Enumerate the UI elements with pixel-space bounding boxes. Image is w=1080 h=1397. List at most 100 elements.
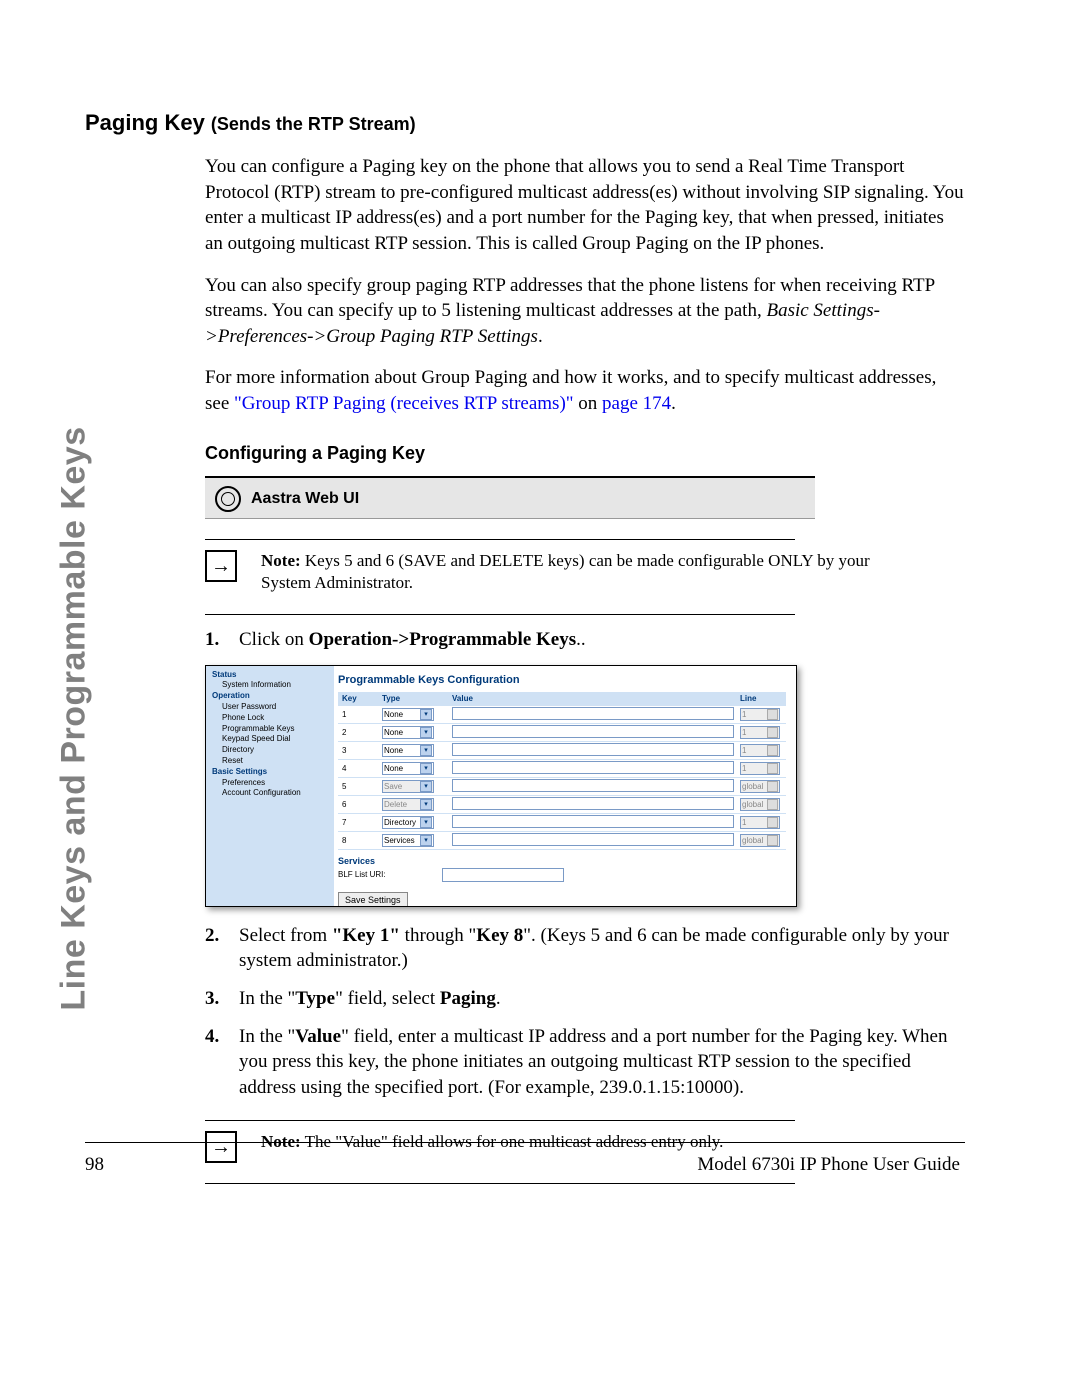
blf-row: BLF List URI:: [338, 868, 786, 882]
cell-type: None▾: [378, 741, 448, 759]
content-area: Paging Key (Sends the RTP Stream) You ca…: [85, 110, 965, 1194]
cell-key: 1: [338, 706, 378, 724]
cell-line: global: [736, 831, 786, 849]
step-2-text: Select from "Key 1" through "Key 8". (Ke…: [239, 923, 965, 974]
cell-key: 4: [338, 759, 378, 777]
cell-key: 5: [338, 777, 378, 795]
cell-key: 3: [338, 741, 378, 759]
line-select[interactable]: 1: [740, 708, 780, 721]
line-select[interactable]: 1: [740, 816, 780, 829]
chevron-down-icon: [767, 781, 778, 792]
type-select[interactable]: Save▾: [382, 780, 434, 793]
table-row: 2 None▾ 1: [338, 723, 786, 741]
chevron-down-icon: [767, 763, 778, 774]
value-input[interactable]: [452, 707, 734, 720]
col-type: Type: [378, 692, 448, 706]
step-3-text: In the "Type" field, select Paging.: [239, 986, 965, 1012]
divider: [205, 614, 795, 615]
value-input[interactable]: [452, 761, 734, 774]
cell-value: [448, 759, 736, 777]
paragraph-1: You can configure a Paging key on the ph…: [205, 154, 965, 257]
nav-user-password: User Password: [212, 702, 334, 713]
type-select[interactable]: Directory▾: [382, 816, 434, 829]
note-1: → Note: Keys 5 and 6 (SAVE and DELETE ke…: [205, 550, 885, 594]
value-input[interactable]: [452, 833, 734, 846]
step-1-text: Click on Operation->Programmable Keys..: [239, 627, 965, 653]
chevron-down-icon: ▾: [420, 781, 432, 792]
arrow-right-icon: →: [205, 1131, 237, 1163]
cell-type: Directory▾: [378, 813, 448, 831]
save-settings-button[interactable]: Save Settings: [338, 892, 408, 907]
value-input[interactable]: [452, 815, 734, 828]
link-page-174[interactable]: page 174: [602, 393, 671, 414]
cell-type: None▾: [378, 759, 448, 777]
table-row: 7Directory▾1: [338, 813, 786, 831]
cell-key: 8: [338, 831, 378, 849]
type-select[interactable]: Services▾: [382, 834, 434, 847]
cell-key: 2: [338, 723, 378, 741]
step-number: 4.: [205, 1024, 229, 1101]
cell-value: [448, 813, 736, 831]
line-select[interactable]: 1: [740, 762, 780, 775]
page: Line Keys and Programmable Keys Paging K…: [0, 0, 1080, 1397]
cell-value: [448, 741, 736, 759]
cell-value: [448, 795, 736, 813]
line-select[interactable]: global: [740, 834, 780, 847]
blf-label: BLF List URI:: [338, 870, 386, 879]
type-select[interactable]: None▾: [382, 762, 434, 775]
nav-keypad: Keypad Speed Dial: [212, 734, 334, 745]
divider: [205, 1120, 795, 1121]
type-select[interactable]: None▾: [382, 708, 434, 721]
cell-line: 1: [736, 741, 786, 759]
nav-basic: Basic Settings: [212, 767, 334, 778]
table-row: 8 Services▾ global: [338, 831, 786, 849]
cell-value: [448, 723, 736, 741]
value-input[interactable]: [452, 797, 734, 810]
line-select[interactable]: global: [740, 798, 780, 811]
note-1-text: Note: Keys 5 and 6 (SAVE and DELETE keys…: [261, 550, 885, 594]
chevron-down-icon: ▾: [420, 835, 432, 846]
chevron-down-icon: ▾: [420, 799, 432, 810]
screenshot-title: Programmable Keys Configuration: [338, 674, 786, 686]
cell-key: 6: [338, 795, 378, 813]
cell-type: None▾: [378, 723, 448, 741]
value-input[interactable]: [452, 779, 734, 792]
col-key: Key: [338, 692, 378, 706]
line-select[interactable]: 1: [740, 726, 780, 739]
type-select[interactable]: Delete▾: [382, 798, 434, 811]
heading-main: Paging Key: [85, 110, 211, 135]
line-select[interactable]: 1: [740, 744, 780, 757]
step-4: 4. In the "Value" field, enter a multica…: [205, 1024, 965, 1101]
cell-line: 1: [736, 706, 786, 724]
cell-line: global: [736, 795, 786, 813]
nav-phone-lock: Phone Lock: [212, 713, 334, 724]
cell-line: 1: [736, 759, 786, 777]
step-number: 1.: [205, 627, 229, 653]
type-select[interactable]: None▾: [382, 744, 434, 757]
blf-input[interactable]: [442, 868, 564, 882]
table-row: 5 Save▾ global: [338, 777, 786, 795]
nav-acct: Account Configuration: [212, 788, 334, 799]
heading-subtitle: (Sends the RTP Stream): [211, 114, 416, 134]
line-select[interactable]: global: [740, 780, 780, 793]
paragraph-2: You can also specify group paging RTP ad…: [205, 273, 965, 350]
cell-type: Services▾: [378, 831, 448, 849]
link-group-rtp[interactable]: "Group RTP Paging (receives RTP streams)…: [234, 393, 574, 414]
step-number: 2.: [205, 923, 229, 974]
cell-type: None▾: [378, 706, 448, 724]
chevron-down-icon: [767, 709, 778, 720]
page-heading: Paging Key (Sends the RTP Stream): [85, 110, 965, 136]
value-input[interactable]: [452, 725, 734, 738]
chevron-down-icon: ▾: [420, 709, 432, 720]
chevron-down-icon: ▾: [420, 763, 432, 774]
step-number: 3.: [205, 986, 229, 1012]
value-input[interactable]: [452, 743, 734, 756]
table-row: 6 Delete▾ global: [338, 795, 786, 813]
nav-prefs: Preferences: [212, 778, 334, 789]
services-heading: Services: [338, 856, 786, 866]
screenshot-sidebar: Status System Information Operation User…: [206, 666, 334, 907]
step-3: 3. In the "Type" field, select Paging.: [205, 986, 965, 1012]
col-value: Value: [448, 692, 736, 706]
screenshot-main: Programmable Keys Configuration Key Type…: [328, 666, 796, 907]
type-select[interactable]: None▾: [382, 726, 434, 739]
